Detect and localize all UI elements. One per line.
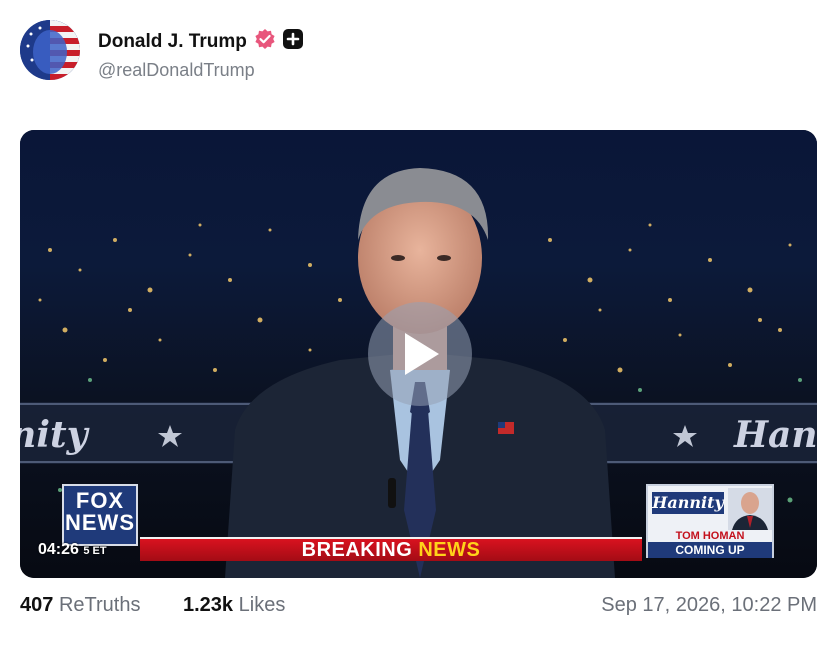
show-banner-right: Han [734,414,817,456]
clock-timezone: 5 ET [83,545,107,557]
coming-up-promo: Hannity TOM HOMAN COMING UP [646,484,774,558]
likes-label: Likes [238,594,286,616]
fox-news-logo: FOX NEWS [62,484,138,546]
verified-badge-icon [254,28,276,55]
post-header: Donald J. Trump @realDonaldTrump [20,20,820,84]
guest-photo [728,488,772,530]
fox-logo-line2: NEWS [65,510,135,535]
author-handle[interactable]: @realDonaldTrump [98,60,255,81]
show-banner-left: nnity [20,414,88,456]
author-row: Donald J. Trump [98,28,303,55]
news-word: NEWS [418,539,481,561]
promo-coming-up: COMING UP [648,542,772,558]
retruths-count: 407 [20,594,54,616]
video-player[interactable]: nnity Han FOX NEWS 04:26 5 ET BREAKING N… [20,130,817,578]
fox-logo-line1: FOX [75,488,125,513]
likes-stat[interactable]: 1.23k Likes [183,594,285,617]
post-timestamp[interactable]: Sep 17, 2026, 10:22 PM [601,594,817,617]
author-display-name[interactable]: Donald J. Trump [98,31,247,53]
plus-square-icon [282,29,303,54]
play-button[interactable] [368,302,472,406]
likes-count: 1.23k [183,594,234,616]
clock-time: 04:26 [38,541,79,558]
promo-guest-name: TOM HOMAN [675,530,745,542]
avatar[interactable] [20,20,80,80]
post-footer: 407 ReTruths 1.23k Likes Sep 17, 2026, 1… [20,594,817,622]
breaking-word: BREAKING [301,539,413,561]
breaking-news-chyron: BREAKING NEWS [140,537,642,561]
play-icon [405,333,439,375]
retruths-stat[interactable]: 407 ReTruths [20,594,140,617]
broadcast-clock: 04:26 5 ET [38,541,107,559]
retruths-label: ReTruths [58,594,141,616]
promo-show-logo: Hannity [652,492,724,514]
